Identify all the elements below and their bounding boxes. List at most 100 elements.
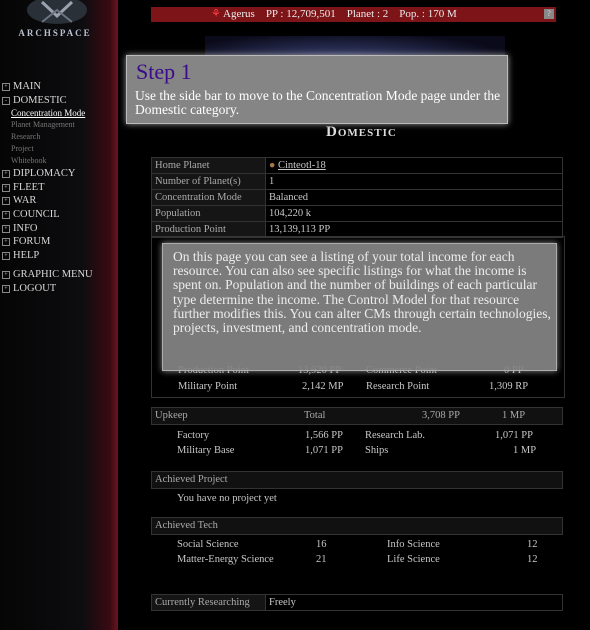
row-value: 1 [265, 173, 563, 190]
sidebar-item-help[interactable]: + HELP [2, 249, 93, 263]
callout-title: Step 1 [136, 59, 192, 84]
tech-label: Matter-Energy Science [177, 554, 274, 565]
sidebar-item-logout[interactable]: + LOGOUT [2, 282, 93, 296]
tech-value: 16 [316, 539, 327, 550]
help-icon[interactable]: ? [544, 9, 554, 19]
page-title: Domestic [326, 124, 397, 140]
tech-value: 12 [527, 554, 538, 565]
table-row: Home Planet ● Cinteotl-18 [151, 157, 563, 174]
tech-value: 21 [316, 554, 327, 565]
logo-text: ARCHSPACE [18, 28, 92, 38]
row-label: Home Planet [151, 157, 266, 174]
sidebar-subitem-planet-management[interactable]: Planet Management [2, 119, 93, 131]
sidebar-item-domestic[interactable]: - DOMESTIC [2, 94, 93, 108]
income-label: Military Point [178, 381, 238, 392]
expand-icon: + [2, 251, 10, 260]
row-label: Population [151, 205, 266, 222]
table-row: Currently Researching Freely [151, 594, 563, 611]
achieved-tech-header: Achieved Tech [151, 517, 563, 535]
sidebar-item-label: HELP [13, 249, 40, 261]
upkeep-value: 1,566 PP [305, 430, 343, 441]
planet-readout: Planet : 2 [346, 8, 389, 20]
sidebar-nav: + MAIN - DOMESTIC Concentration Mode Plane… [2, 80, 93, 296]
income-value: 1,309 RP [489, 381, 529, 392]
overview-table: Home Planet ● Cinteotl-18 Number of Plan… [151, 157, 563, 238]
achieved-project-header: Achieved Project [151, 471, 563, 489]
status-bar: ⚘ Agerus PP : 12,709,501 Planet : 2 Pop.… [151, 7, 556, 22]
pp-readout: PP : 12,709,501 [265, 8, 336, 20]
tech-value: 12 [527, 539, 538, 550]
row-value: Freely [265, 594, 563, 611]
row-label: Number of Planet(s) [151, 173, 266, 190]
row-label: Currently Researching [151, 594, 266, 611]
sidebar-item-label: MAIN [13, 81, 41, 92]
expand-icon: + [2, 284, 10, 293]
sidebar-item-graphic-menu[interactable]: + GRAPHIC MENU [2, 268, 93, 282]
expand-icon: + [2, 238, 10, 247]
sidebar-item-label: DIPLOMACY [13, 168, 76, 180]
callout-body: On this page you can see a listing of yo… [173, 249, 551, 336]
tech-label: Info Science [387, 539, 440, 550]
tech-row: Matter-Energy Science 21 Life Science 12 [151, 552, 563, 567]
home-planet-link[interactable]: Cinteotl-18 [278, 160, 326, 171]
sidebar-item-label: GRAPHIC MENU [13, 269, 93, 281]
sidebar-subitem-concentration-mode[interactable]: Concentration Mode [2, 107, 93, 119]
sidebar-item-label: WAR [13, 195, 37, 207]
upkeep-label: Factory [177, 430, 210, 441]
upkeep-total-label: Total [304, 410, 326, 421]
income-value: 2,142 MP [302, 381, 344, 392]
race-emblem-icon: ⚘ [211, 8, 221, 20]
sidebar-item-label: FLEET [13, 181, 45, 193]
sidebar-item-forum[interactable]: + FORUM [2, 235, 93, 249]
tech-label: Social Science [177, 539, 239, 550]
planet-icon: ● [269, 160, 276, 171]
sidebar-subitem-research[interactable]: Research [2, 131, 93, 143]
upkeep-value: 1,071 PP [495, 430, 533, 441]
tutorial-callout-info: On this page you can see a listing of yo… [162, 243, 557, 371]
row-value: 104,220 k [265, 205, 563, 222]
upkeep-row: Factory 1,566 PP Research Lab. 1,071 PP [151, 428, 563, 443]
sidebar: ARCHSPACE + MAIN - DOMESTIC Concentration … [0, 0, 118, 630]
expand-icon: + [2, 224, 10, 233]
expand-icon: + [2, 183, 10, 192]
table-row: Concentration Mode Balanced [151, 189, 563, 206]
row-value: ● Cinteotl-18 [265, 157, 563, 174]
researching-table: Currently Researching Freely [151, 594, 563, 611]
achieved-project-text: You have no project yet [177, 493, 277, 504]
sidebar-item-fleet[interactable]: + FLEET [2, 181, 93, 195]
player-name: Agerus [223, 8, 255, 20]
sidebar-item-main[interactable]: + MAIN [2, 80, 93, 94]
achieved-tech-section: Achieved Tech Social Science 16 Info Sci… [151, 517, 563, 567]
upkeep-header: Upkeep Total 3,708 PP 1 MP [151, 407, 563, 425]
sidebar-item-label: DOMESTIC [13, 94, 67, 106]
upkeep-value: 1,071 PP [305, 445, 343, 456]
sidebar-item-label: LOGOUT [13, 282, 57, 294]
income-row-2: Military Point 2,142 MP Research Point 1… [152, 379, 564, 394]
population-readout: Pop. : 170 M [399, 8, 457, 20]
sidebar-item-info[interactable]: + INFO [2, 222, 93, 236]
collapse-icon: - [2, 96, 10, 105]
achieved-project-section: Achieved Project You have no project yet [151, 471, 563, 506]
upkeep-label: Research Lab. [365, 430, 426, 441]
tutorial-callout-step1: Step 1 Use the side bar to move to the C… [126, 55, 508, 124]
sidebar-item-label: INFO [13, 222, 38, 234]
upkeep-section: Upkeep Total 3,708 PP 1 MP Factory 1,566… [151, 407, 563, 458]
sidebar-item-label: COUNCIL [13, 208, 60, 220]
sidebar-item-council[interactable]: + COUNCIL [2, 208, 93, 222]
row-label: Concentration Mode [151, 189, 266, 206]
upkeep-total-pp: 3,708 PP [422, 410, 460, 421]
upkeep-title: Upkeep [155, 410, 188, 421]
sidebar-item-war[interactable]: + WAR [2, 194, 93, 208]
sidebar-subitem-whitebook[interactable]: Whitebook [2, 155, 93, 167]
expand-icon: + [2, 170, 10, 179]
achieved-project-row: You have no project yet [151, 491, 563, 506]
tech-label: Life Science [387, 554, 440, 565]
sidebar-subitem-project[interactable]: Project [2, 143, 93, 155]
expand-icon: + [2, 197, 10, 206]
expand-icon: + [2, 210, 10, 219]
upkeep-total-mp: 1 MP [502, 410, 526, 421]
expand-icon: + [2, 83, 10, 91]
callout-body: Use the side bar to move to the Concentr… [135, 88, 501, 117]
sidebar-item-diplomacy[interactable]: + DIPLOMACY [2, 167, 93, 181]
upkeep-value: 1 MP [513, 445, 537, 456]
